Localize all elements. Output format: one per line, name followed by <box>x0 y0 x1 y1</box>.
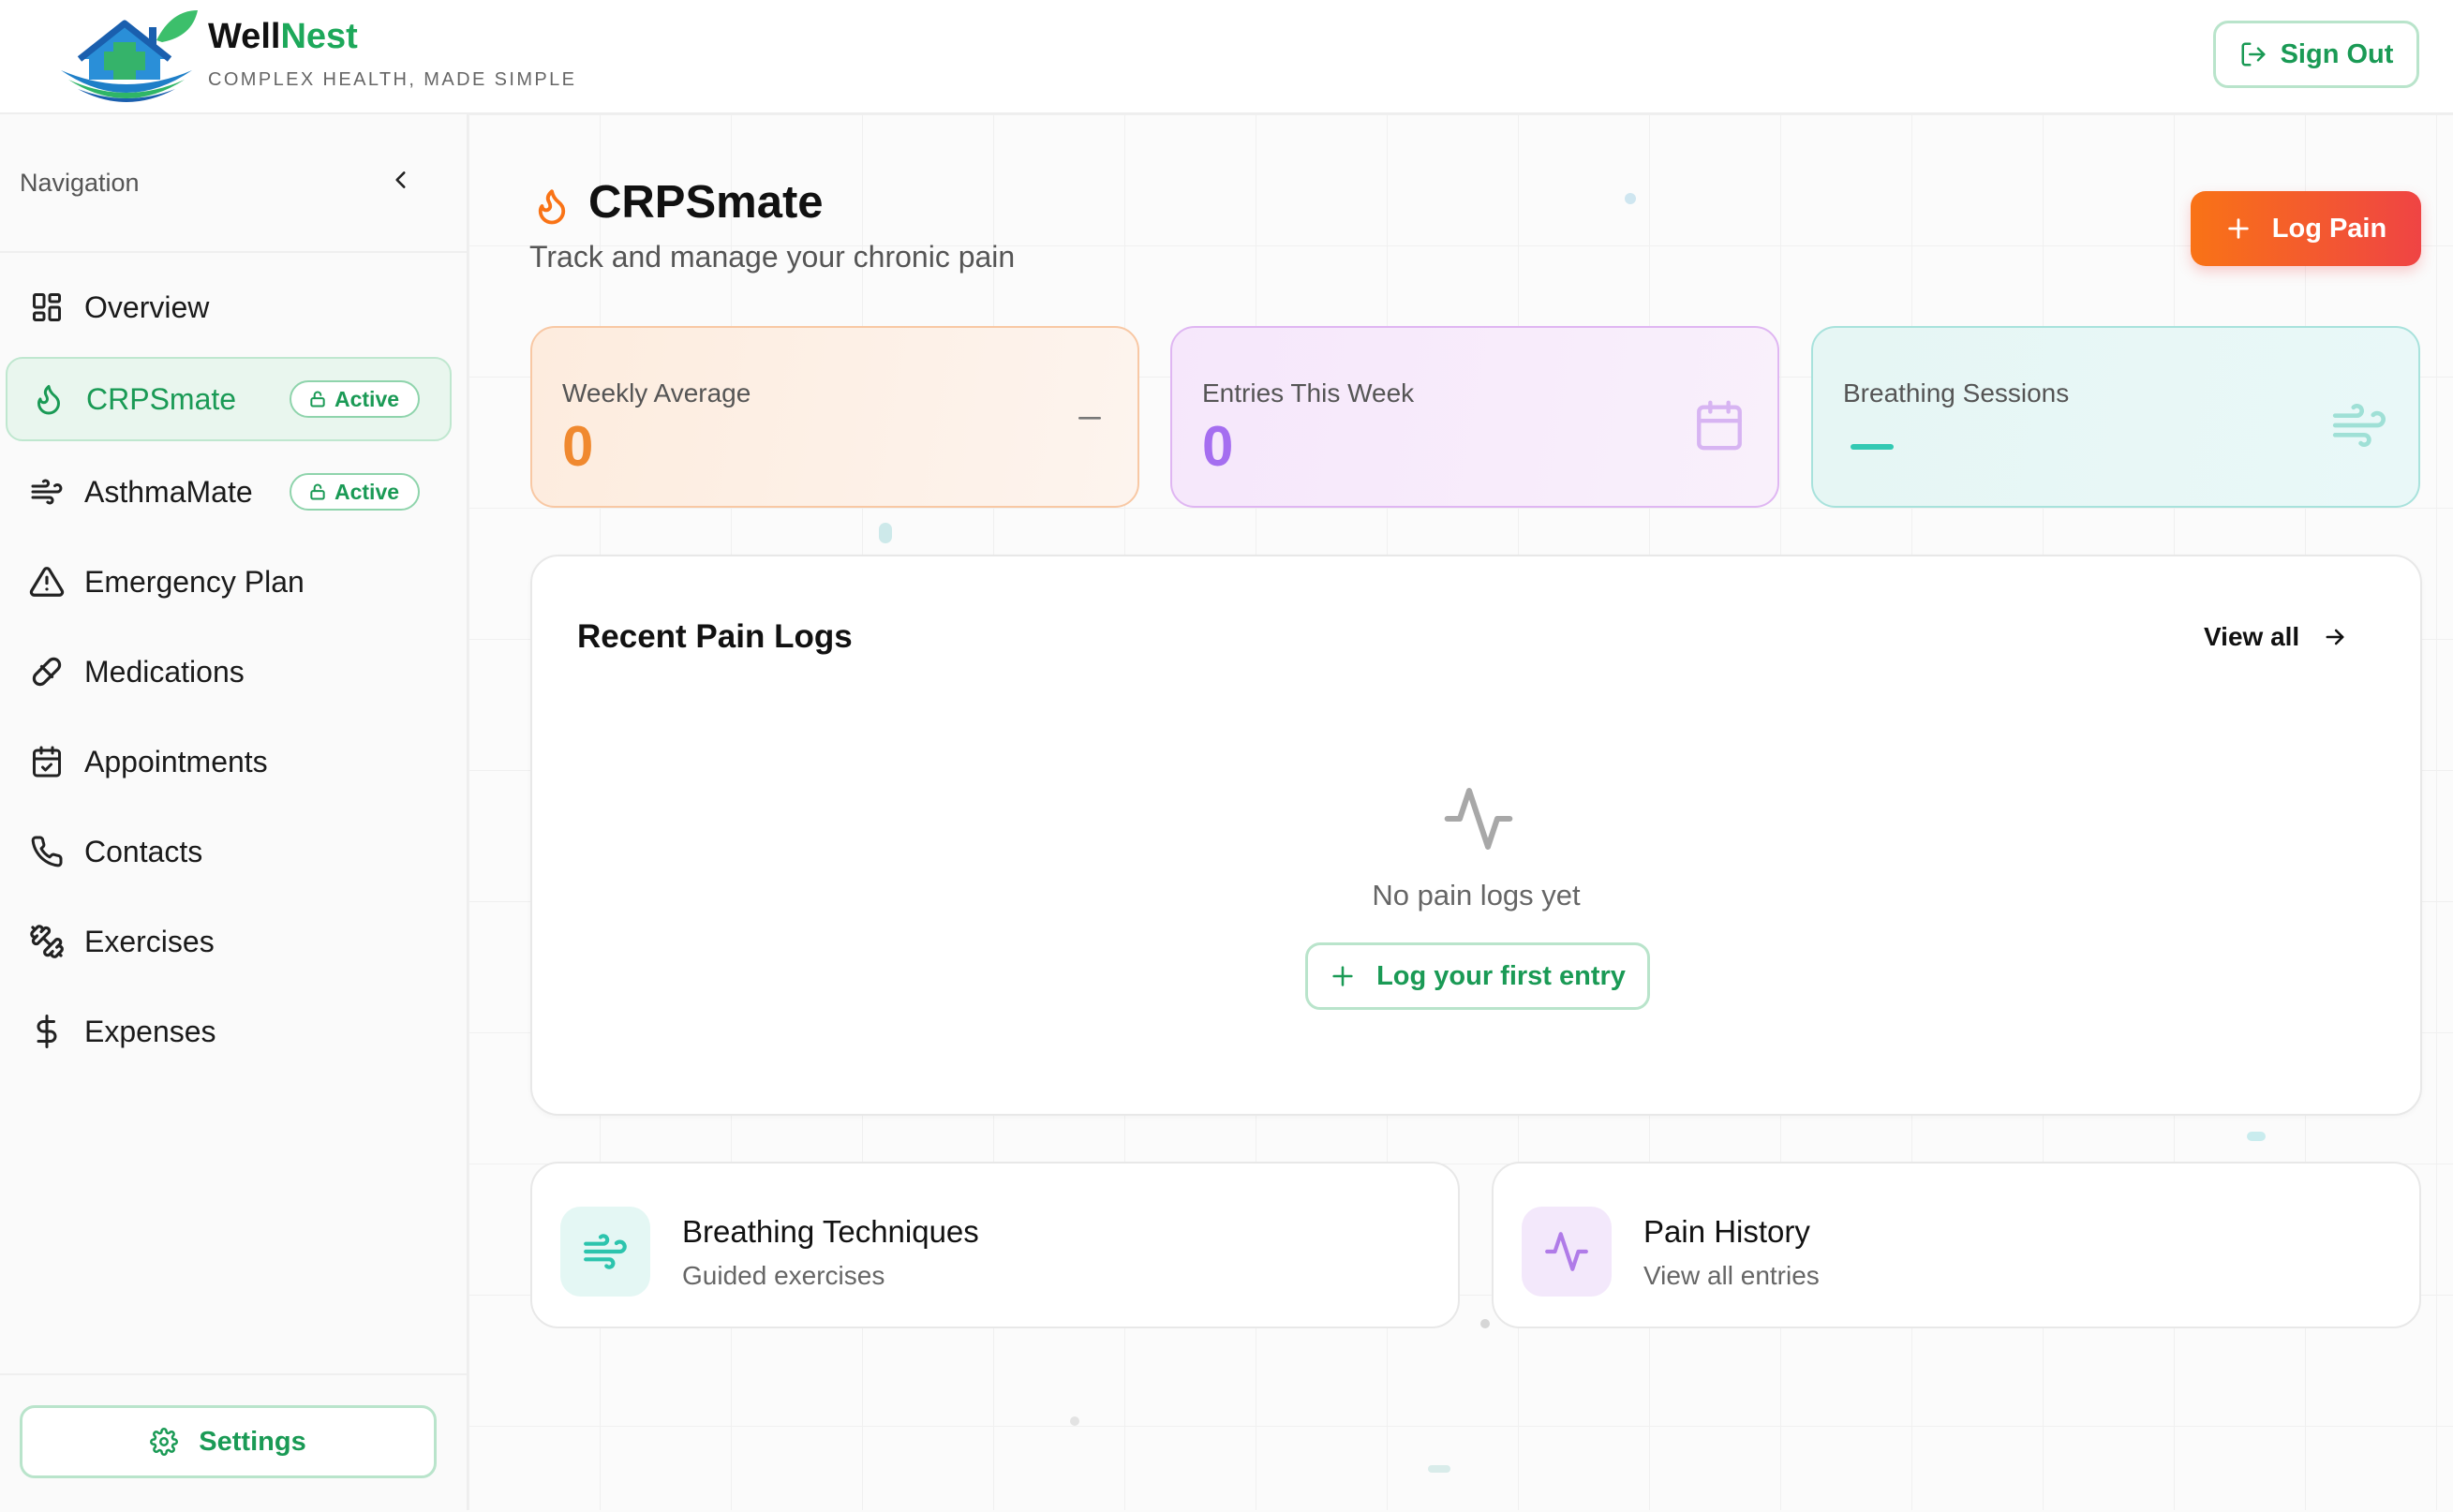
log-pain-label: Log Pain <box>2271 213 2387 244</box>
phone-icon <box>28 833 66 870</box>
stat-label: Weekly Average <box>562 378 751 408</box>
lock-icon <box>310 483 325 500</box>
stat-label: Entries This Week <box>1202 378 1415 408</box>
activity-icon <box>1522 1207 1612 1297</box>
active-badge: Active <box>290 473 421 511</box>
quick-link-title: Breathing Techniques <box>682 1214 979 1249</box>
view-all-label: View all <box>2204 622 2300 651</box>
sidebar-item-expenses[interactable]: Expenses <box>6 989 452 1074</box>
stat-card-weekly-average: Weekly Average 0 <box>530 326 1139 508</box>
sidebar-item-overview[interactable]: Overview <box>6 265 452 349</box>
sidebar-item-emergency-plan[interactable]: Emergency Plan <box>6 540 452 624</box>
stat-label: Breathing Sessions <box>1843 378 2070 408</box>
empty-state-text: No pain logs yet <box>1372 879 1581 912</box>
decorative-dot <box>879 523 892 543</box>
decorative-dot <box>1625 193 1636 204</box>
sign-out-button[interactable]: Sign Out <box>2213 21 2419 88</box>
calendar-icon <box>1691 397 1747 453</box>
settings-button[interactable]: Settings <box>20 1405 437 1478</box>
plus-icon <box>2228 218 2249 239</box>
sidebar-item-label: Medications <box>84 654 245 689</box>
active-badge-label: Active <box>334 386 400 411</box>
sidebar-item-label: Overview <box>84 289 210 324</box>
sidebar-item-crpsmate[interactable]: CRPSmate Active <box>6 357 452 441</box>
chevron-left-icon <box>395 171 406 188</box>
gear-icon <box>150 1428 179 1456</box>
breathing-techniques-card[interactable]: Breathing Techniques Guided exercises <box>530 1162 1460 1328</box>
sidebar-item-label: Expenses <box>84 1014 216 1048</box>
view-all-link[interactable]: View all <box>2204 622 2348 652</box>
minus-icon <box>1076 408 1106 427</box>
pill-icon <box>28 653 66 690</box>
quick-link-subtitle: View all entries <box>1643 1261 1820 1290</box>
active-badge: Active <box>290 380 421 418</box>
quick-link-subtitle: Guided exercises <box>682 1261 885 1290</box>
stat-value: 0 <box>562 415 594 478</box>
recent-pain-logs-card: Recent Pain Logs View all No pain logs y… <box>530 555 2422 1116</box>
collapse-sidebar-button[interactable] <box>382 161 420 199</box>
sidebar-item-label: Emergency Plan <box>84 564 305 599</box>
plus-icon <box>1332 966 1353 986</box>
sidebar-item-appointments[interactable]: Appointments <box>6 719 452 804</box>
alert-triangle-icon <box>28 563 66 600</box>
sidebar-item-medications[interactable]: Medications <box>6 630 452 714</box>
decorative-dot <box>1428 1465 1450 1473</box>
log-first-entry-label: Log your first entry <box>1376 960 1626 991</box>
wind-icon <box>28 473 66 511</box>
sidebar-header: Navigation <box>0 114 467 253</box>
log-pain-button[interactable]: Log Pain <box>2191 191 2421 266</box>
sidebar-item-asthmamate[interactable]: AsthmaMate Active <box>6 450 452 534</box>
decorative-dot <box>1480 1319 1490 1328</box>
quick-link-title: Pain History <box>1643 1214 1810 1249</box>
calendar-check-icon <box>28 743 66 780</box>
settings-label: Settings <box>199 1426 306 1457</box>
decorative-dot <box>2247 1132 2266 1141</box>
empty-value-dash <box>1851 444 1894 450</box>
active-badge-label: Active <box>334 479 400 504</box>
brand-name: WellNest <box>208 17 358 57</box>
sidebar-item-label: Exercises <box>84 924 215 958</box>
decorative-dot <box>1070 1416 1079 1426</box>
activity-icon <box>1444 788 1513 850</box>
stat-value: 0 <box>1202 415 1234 478</box>
app-header: WellNest COMPLEX HEALTH, MADE SIMPLE Sig… <box>0 0 2453 114</box>
arrow-right-icon <box>2326 629 2344 645</box>
sign-out-label: Sign Out <box>2280 38 2394 69</box>
lock-icon <box>310 391 325 408</box>
sidebar-item-label: Appointments <box>84 744 268 778</box>
layout-grid-icon <box>28 289 66 326</box>
sidebar-item-label: CRPSmate <box>86 381 237 416</box>
sidebar-item-label: AsthmaMate <box>84 474 253 509</box>
sidebar-title: Navigation <box>20 169 140 197</box>
sidebar-item-exercises[interactable]: Exercises <box>6 899 452 984</box>
stat-card-entries-this-week: Entries This Week 0 <box>1170 326 1779 508</box>
brand-name-well: Well <box>208 17 281 56</box>
sidebar-item-contacts[interactable]: Contacts <box>6 809 452 894</box>
page-subtitle: Track and manage your chronic pain <box>529 240 1016 274</box>
flame-icon <box>30 380 67 418</box>
brand-tagline: COMPLEX HEALTH, MADE SIMPLE <box>208 69 577 90</box>
wind-icon <box>2328 397 2390 453</box>
sidebar-item-label: Contacts <box>84 834 203 868</box>
log-first-entry-button[interactable]: Log your first entry <box>1305 942 1650 1010</box>
wellnest-logo-icon <box>61 10 198 102</box>
dumbbell-icon <box>28 923 66 960</box>
page-title: CRPSmate <box>588 177 824 228</box>
pain-history-card[interactable]: Pain History View all entries <box>1492 1162 2421 1328</box>
stat-card-breathing-sessions: Breathing Sessions <box>1811 326 2420 508</box>
wind-icon <box>560 1207 650 1297</box>
flame-icon <box>538 189 566 225</box>
recent-pain-logs-title: Recent Pain Logs <box>577 618 853 655</box>
brand-name-nest: Nest <box>280 17 358 56</box>
log-out-icon <box>2241 42 2266 67</box>
dollar-icon <box>28 1013 66 1050</box>
